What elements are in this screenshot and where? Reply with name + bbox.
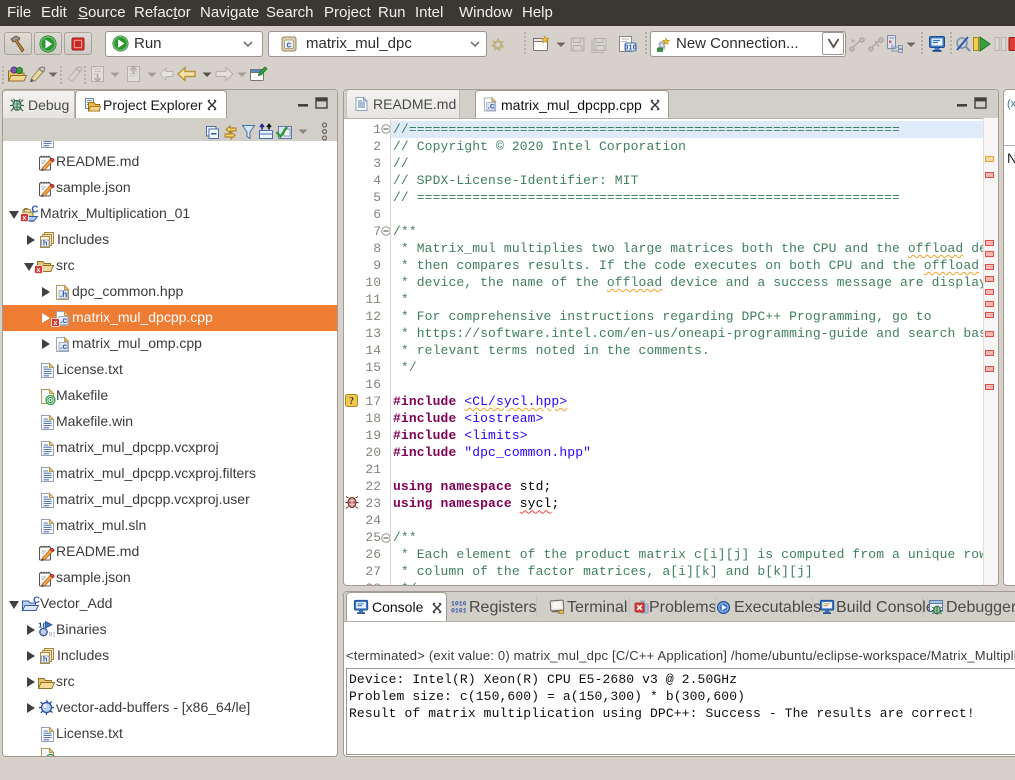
svg-text:0101: 0101	[451, 608, 466, 615]
svg-text:c: c	[286, 40, 291, 50]
svg-text:010: 010	[624, 45, 637, 53]
svg-text:1010: 1010	[451, 601, 466, 608]
svg-text:?: ?	[349, 396, 354, 407]
